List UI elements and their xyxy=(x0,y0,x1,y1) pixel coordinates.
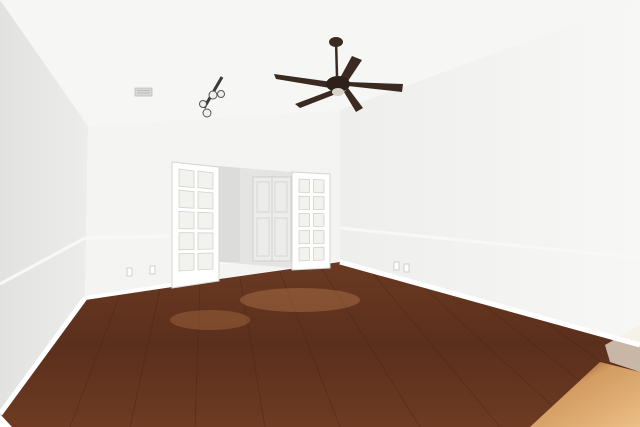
door-glass-pane xyxy=(298,195,310,210)
door-glass-pane xyxy=(178,189,195,209)
door-glass-pane xyxy=(298,247,310,262)
wall-outlet xyxy=(149,265,156,275)
room-svg xyxy=(0,0,640,427)
door-glass-pane xyxy=(178,232,195,251)
door-glass-pane xyxy=(313,246,325,261)
wall-outlet xyxy=(403,263,410,273)
door-glass-pane xyxy=(298,178,310,193)
door-glass-pane xyxy=(178,210,195,230)
wall-outlet xyxy=(126,267,133,277)
door-glass-pane xyxy=(197,252,214,271)
door-glass-pane xyxy=(178,168,195,189)
door-glass-pane xyxy=(313,196,325,211)
door-glass-pane xyxy=(298,230,310,245)
door-glass-pane xyxy=(197,170,214,190)
door-glass-pane xyxy=(313,179,325,194)
french-door-right xyxy=(291,171,331,271)
hallway-wall xyxy=(218,166,240,262)
room-photo xyxy=(0,0,640,427)
door-glass-pane xyxy=(313,213,325,227)
door-glass-pane xyxy=(298,212,310,228)
air-vent-icon xyxy=(134,87,153,97)
door-glass-pane xyxy=(197,211,214,230)
door-glass-pane xyxy=(197,191,214,210)
wall-outlet xyxy=(393,261,400,271)
door-glass-pane xyxy=(313,229,325,244)
door-glass-pane xyxy=(178,252,195,272)
door-glass-pane xyxy=(197,232,214,250)
closet-doors xyxy=(252,176,292,262)
french-door-left xyxy=(171,161,220,289)
